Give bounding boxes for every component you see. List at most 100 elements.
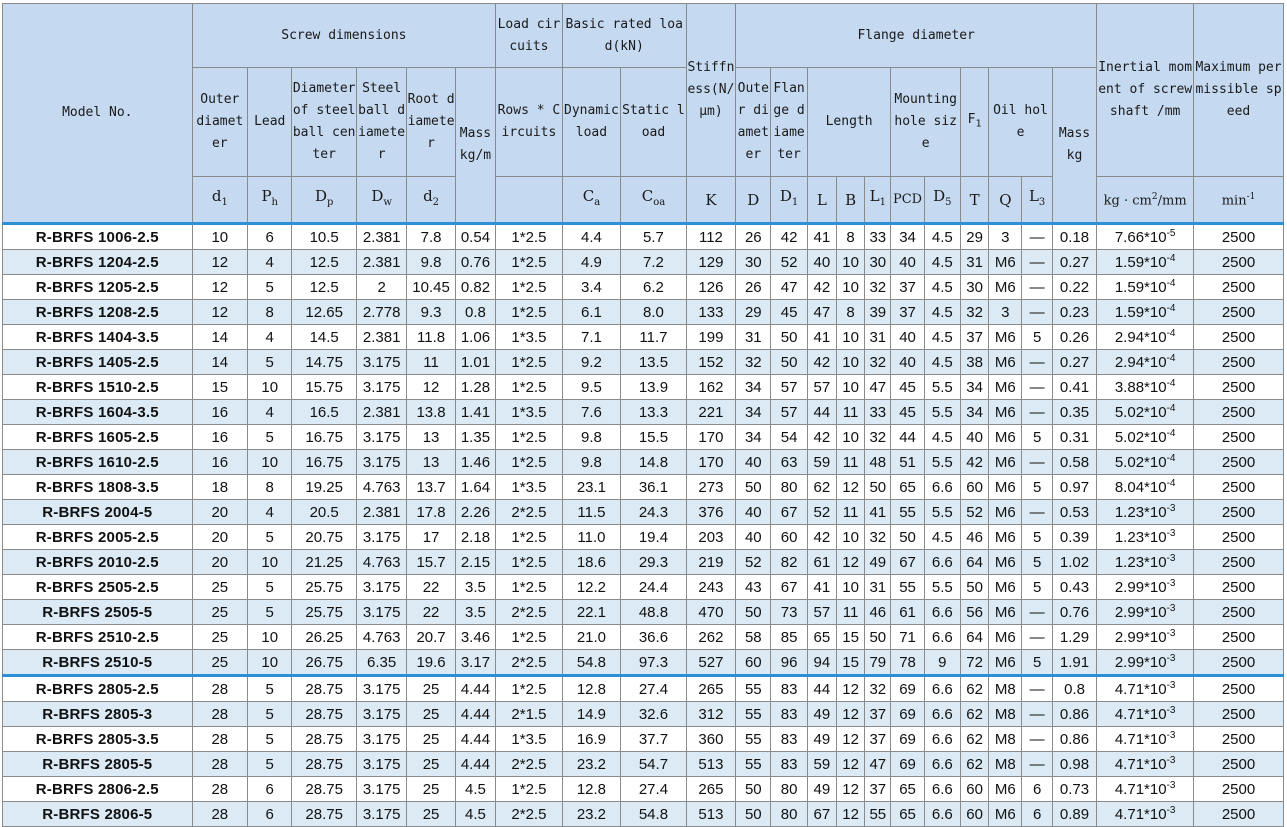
cell-t: 37 xyxy=(959,324,990,350)
symbol-k: K xyxy=(685,176,737,224)
cell-inertia: 4.71*10-3 xyxy=(1096,776,1195,802)
cell-model: R-BRFS 1208-2.5 xyxy=(2,299,193,325)
cell-l1: 32 xyxy=(864,524,892,550)
table-row: R-BRFS 2805-5 28 5 28.75 3.175 25 4.44 2*2.5 23.… xyxy=(2,751,1284,777)
cell-model: R-BRFS 1204-2.5 xyxy=(2,249,193,275)
cell-mass: 2.18 xyxy=(454,524,497,550)
header-inertial-moment: Inertial moment of screw shaft /mm xyxy=(1096,3,1195,177)
cell-ca: 9.5 xyxy=(561,374,622,400)
cell-fmass: 0.76 xyxy=(1051,599,1098,625)
cell-dp: 12.5 xyxy=(291,249,357,275)
cell-d1: 80 xyxy=(770,776,808,802)
cell-d1: 25 xyxy=(191,649,249,676)
cell-coa: 13.5 xyxy=(620,349,687,375)
cell-d5: 4.5 xyxy=(923,222,961,250)
cell-l: 44 xyxy=(806,674,837,702)
cell-d2: 7.8 xyxy=(406,222,456,250)
header-stiffness: Stiffness(N/μm) xyxy=(685,3,737,177)
cell-d5: 6.6 xyxy=(923,801,961,827)
cell-t: 56 xyxy=(959,599,990,625)
cell-d: 40 xyxy=(735,449,772,475)
cell-mass: 1.64 xyxy=(454,474,497,500)
cell-d1: 83 xyxy=(770,674,808,702)
cell-dw: 3.175 xyxy=(355,424,408,450)
cell-l: 57 xyxy=(806,374,837,400)
cell-speed: 2500 xyxy=(1193,624,1284,650)
cell-mass: 2.26 xyxy=(454,499,497,525)
cell-ca: 12.8 xyxy=(561,674,622,702)
cell-dw: 3.175 xyxy=(355,701,408,727)
header-flange-dia: Flange diameter xyxy=(770,67,808,177)
cell-l3: 5 xyxy=(1021,649,1053,676)
cell-dp: 25.75 xyxy=(291,599,357,625)
cell-d2: 9.8 xyxy=(406,249,456,275)
cell-t: 64 xyxy=(959,549,990,575)
cell-d: 55 xyxy=(735,701,772,727)
cell-b: 12 xyxy=(835,474,866,500)
cell-dp: 19.25 xyxy=(291,474,357,500)
cell-rc: 1*3.5 xyxy=(495,474,563,500)
cell-speed: 2500 xyxy=(1193,751,1284,777)
cell-d5: 6.6 xyxy=(923,726,961,752)
cell-d: 60 xyxy=(735,649,772,676)
cell-coa: 15.5 xyxy=(620,424,687,450)
symbol-d2: d2 xyxy=(406,176,456,224)
cell-dw: 4.763 xyxy=(355,474,408,500)
table-row: R-BRFS 1405-2.5 14 5 14.75 3.175 11 1.01 1*2.5 9… xyxy=(2,349,1284,375)
cell-ph: 8 xyxy=(247,474,293,500)
cell-d1: 80 xyxy=(770,801,808,827)
cell-l3: — xyxy=(1021,249,1053,275)
cell-dp: 21.25 xyxy=(291,549,357,575)
cell-dw: 2.381 xyxy=(355,222,408,250)
cell-l3: — xyxy=(1021,399,1053,425)
header-lead: Lead xyxy=(247,67,293,177)
cell-ca: 9.8 xyxy=(561,449,622,475)
cell-l1: 33 xyxy=(864,222,892,250)
header-model-no: Model No. xyxy=(2,3,193,224)
cell-speed: 2500 xyxy=(1193,649,1284,676)
cell-speed: 2500 xyxy=(1193,222,1284,250)
cell-model: R-BRFS 2806-2.5 xyxy=(2,776,193,802)
cell-k: 527 xyxy=(685,649,737,676)
cell-rc: 1*2.5 xyxy=(495,349,563,375)
table-row: R-BRFS 1204-2.5 12 4 12.5 2.381 9.8 0.76 1*2.5 4… xyxy=(2,249,1284,275)
cell-d1: 25 xyxy=(191,599,249,625)
cell-coa: 14.8 xyxy=(620,449,687,475)
cell-l1: 31 xyxy=(864,574,892,600)
cell-t: 31 xyxy=(959,249,990,275)
cell-ca: 12.8 xyxy=(561,776,622,802)
cell-d: 34 xyxy=(735,374,772,400)
cell-d: 40 xyxy=(735,524,772,550)
cell-ca: 22.1 xyxy=(561,599,622,625)
cell-d1: 20 xyxy=(191,549,249,575)
cell-ca: 14.9 xyxy=(561,701,622,727)
cell-pcd: 69 xyxy=(890,751,925,777)
cell-d1: 83 xyxy=(770,751,808,777)
cell-l: 42 xyxy=(806,524,837,550)
cell-dw: 3.175 xyxy=(355,599,408,625)
cell-l3: 6 xyxy=(1021,776,1053,802)
cell-l3: — xyxy=(1021,449,1053,475)
cell-d: 50 xyxy=(735,776,772,802)
cell-pcd: 34 xyxy=(890,222,925,250)
cell-q: M6 xyxy=(988,399,1023,425)
cell-ph: 10 xyxy=(247,649,293,676)
cell-d1: 60 xyxy=(770,524,808,550)
cell-l3: 5 xyxy=(1021,424,1053,450)
cell-d2: 19.6 xyxy=(406,649,456,676)
cell-t: 42 xyxy=(959,449,990,475)
cell-inertia: 4.71*10-3 xyxy=(1096,674,1195,702)
cell-q: M6 xyxy=(988,801,1023,827)
cell-rc: 1*2.5 xyxy=(495,624,563,650)
cell-ph: 4 xyxy=(247,499,293,525)
cell-d1: 20 xyxy=(191,524,249,550)
cell-speed: 2500 xyxy=(1193,399,1284,425)
cell-mass: 3.46 xyxy=(454,624,497,650)
cell-l: 40 xyxy=(806,249,837,275)
cell-fmass: 0.53 xyxy=(1051,499,1098,525)
cell-b: 12 xyxy=(835,674,866,702)
header-f1: F1 xyxy=(959,67,990,177)
cell-k: 470 xyxy=(685,599,737,625)
cell-l1: 49 xyxy=(864,549,892,575)
cell-ph: 4 xyxy=(247,249,293,275)
